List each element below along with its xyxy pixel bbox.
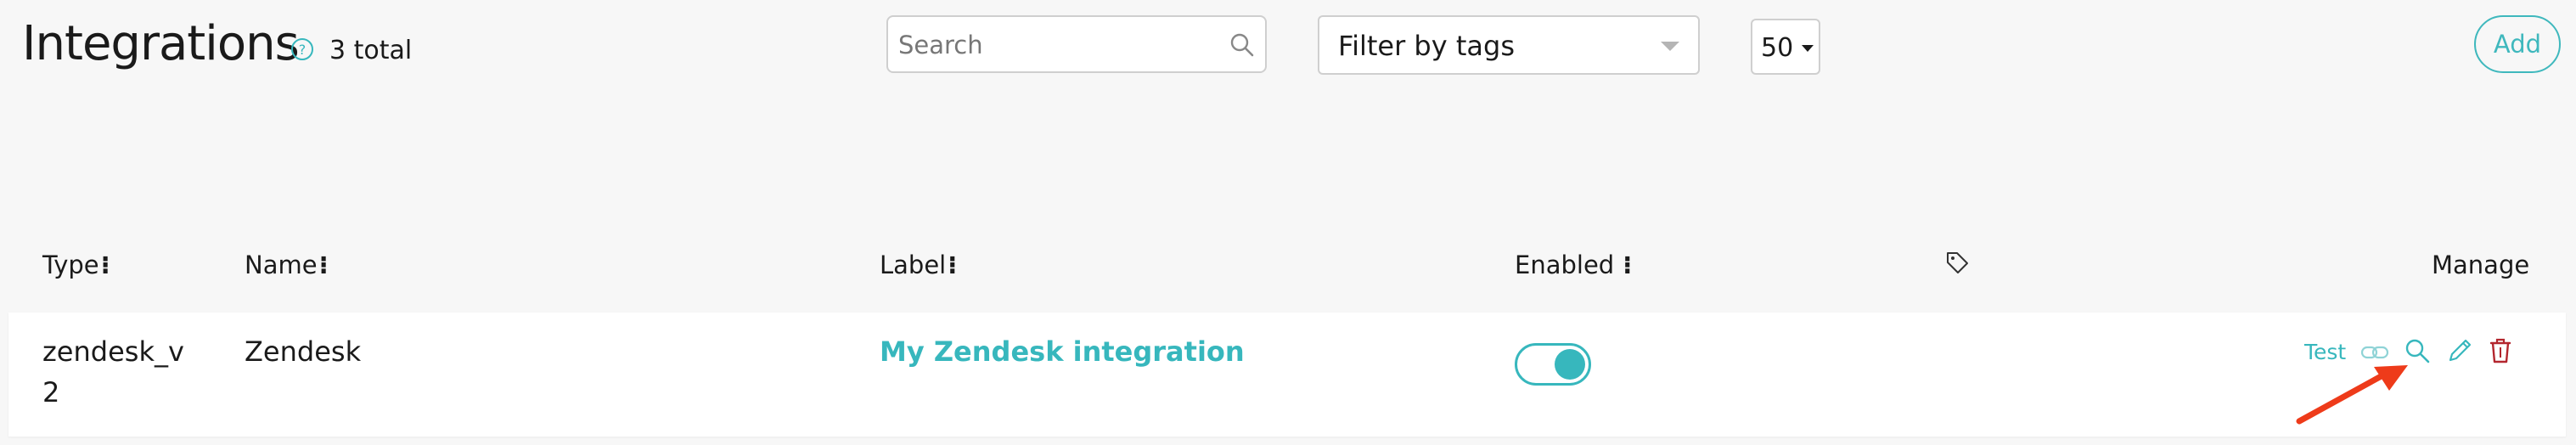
- help-icon[interactable]: ?: [290, 37, 314, 61]
- annotation-arrow-icon: [2296, 365, 2408, 425]
- chevron-down-icon: [1661, 42, 1679, 51]
- search-box[interactable]: [886, 15, 1267, 73]
- column-header-label: Name: [245, 251, 318, 279]
- table-row: [8, 313, 2566, 437]
- tag-filter-label: Filter by tags: [1338, 30, 1515, 62]
- tag-filter-select[interactable]: Filter by tags: [1318, 15, 1700, 75]
- sort-icon[interactable]: ⁝: [319, 251, 329, 279]
- add-button[interactable]: Add: [2474, 15, 2561, 73]
- cell-label-link[interactable]: My Zendesk integration: [880, 331, 1245, 372]
- svg-text:?: ?: [299, 42, 307, 58]
- column-header-manage: Manage: [2432, 251, 2530, 279]
- column-header-type[interactable]: Type⁝: [42, 250, 110, 280]
- column-header-label: Enabled: [1515, 251, 1615, 279]
- test-button[interactable]: Test: [2304, 338, 2346, 367]
- search-icon[interactable]: [1229, 32, 1255, 58]
- page-title: Integrations: [22, 16, 300, 71]
- column-header-enabled[interactable]: Enabled ⁝: [1515, 250, 1632, 280]
- column-header-label: Label: [880, 251, 947, 279]
- sort-icon[interactable]: ⁝: [1623, 251, 1632, 279]
- total-count: 3 total: [329, 36, 413, 65]
- column-header-name[interactable]: Name⁝: [245, 250, 329, 280]
- enabled-toggle[interactable]: [1515, 343, 1591, 386]
- chevron-down-icon: [1802, 45, 1814, 52]
- column-header-label: Type: [42, 251, 99, 279]
- column-header-label-col[interactable]: Label⁝: [880, 250, 957, 280]
- tag-icon: [1947, 252, 1968, 273]
- toggle-knob: [1555, 349, 1585, 380]
- search-input[interactable]: [897, 17, 1214, 73]
- cell-name: Zendesk: [245, 335, 362, 368]
- inspect-icon[interactable]: [2403, 336, 2432, 365]
- sort-icon[interactable]: ⁝: [948, 251, 957, 279]
- page-size-select[interactable]: 50: [1751, 19, 1820, 75]
- delete-icon[interactable]: [2486, 336, 2515, 365]
- edit-icon[interactable]: [2445, 336, 2474, 365]
- link-icon[interactable]: [2360, 338, 2389, 367]
- cell-type: zendesk_v2: [42, 335, 184, 408]
- page-size-value: 50: [1761, 33, 1794, 63]
- sort-icon[interactable]: ⁝: [101, 251, 110, 279]
